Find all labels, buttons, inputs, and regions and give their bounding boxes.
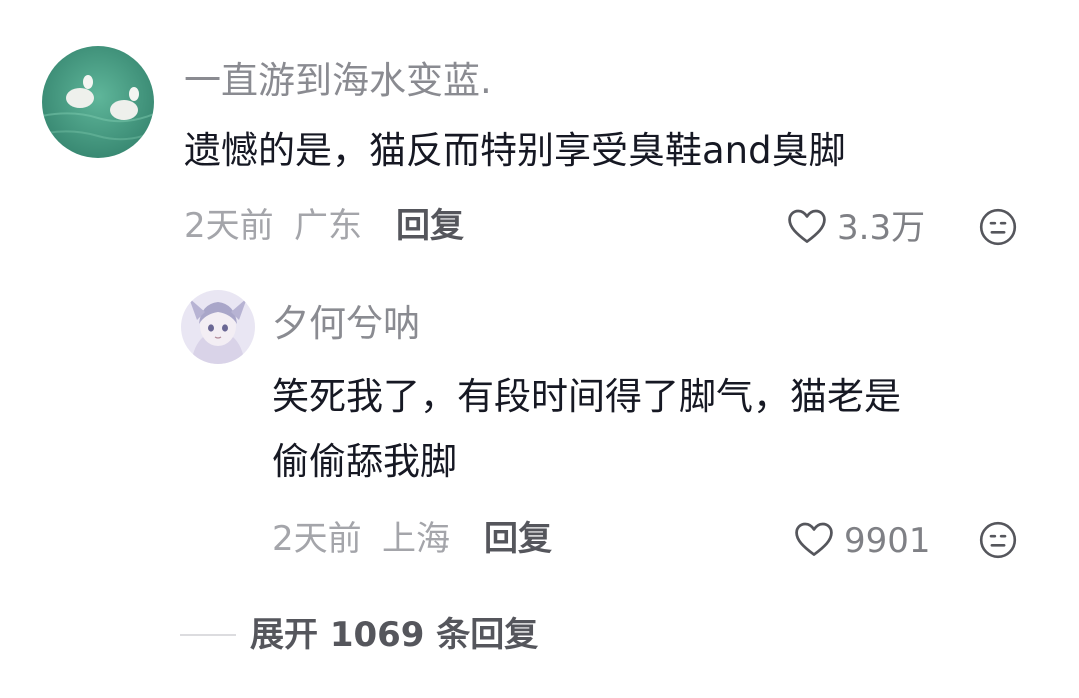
reply-text-line1: 笑死我了，有段时间得了脚气，猫老是: [272, 375, 901, 418]
like-button[interactable]: 3.3万: [785, 204, 925, 252]
reply-button[interactable]: 回复: [396, 209, 464, 243]
dislike-button[interactable]: [977, 206, 1019, 252]
reply-text-line2: 偷偷舔我脚: [272, 440, 457, 483]
comment-username[interactable]: 一直游到海水变蓝.: [184, 62, 492, 99]
avatar-ducks-image: [42, 46, 154, 158]
reply-username[interactable]: 夕何兮呐: [272, 305, 420, 342]
meh-face-icon: [977, 519, 1019, 565]
reply-like-button[interactable]: 9901: [792, 517, 931, 565]
avatar[interactable]: [42, 46, 154, 158]
comment-text: 遗憾的是，猫反而特别享受臭鞋and臭脚: [184, 129, 846, 172]
reply-reply-button[interactable]: 回复: [484, 522, 552, 556]
heart-outline-icon: [785, 204, 829, 252]
like-count: 3.3万: [837, 208, 926, 248]
reply-avatar[interactable]: [181, 290, 255, 364]
comment-time: 2天前: [184, 206, 274, 246]
expand-replies-button[interactable]: 展开 1069 条回复: [180, 618, 538, 652]
comment-location: 广东: [294, 206, 362, 246]
heart-outline-icon: [792, 517, 836, 565]
expand-replies-label: 展开 1069 条回复: [250, 615, 539, 655]
reply-location: 上海: [382, 519, 450, 559]
reply-time: 2天前: [272, 519, 362, 559]
avatar-anime-image: [181, 290, 255, 364]
reply-like-count: 9901: [844, 521, 931, 561]
expand-divider: [180, 634, 236, 636]
meh-face-icon: [977, 206, 1019, 252]
reply-dislike-button[interactable]: [977, 519, 1019, 565]
